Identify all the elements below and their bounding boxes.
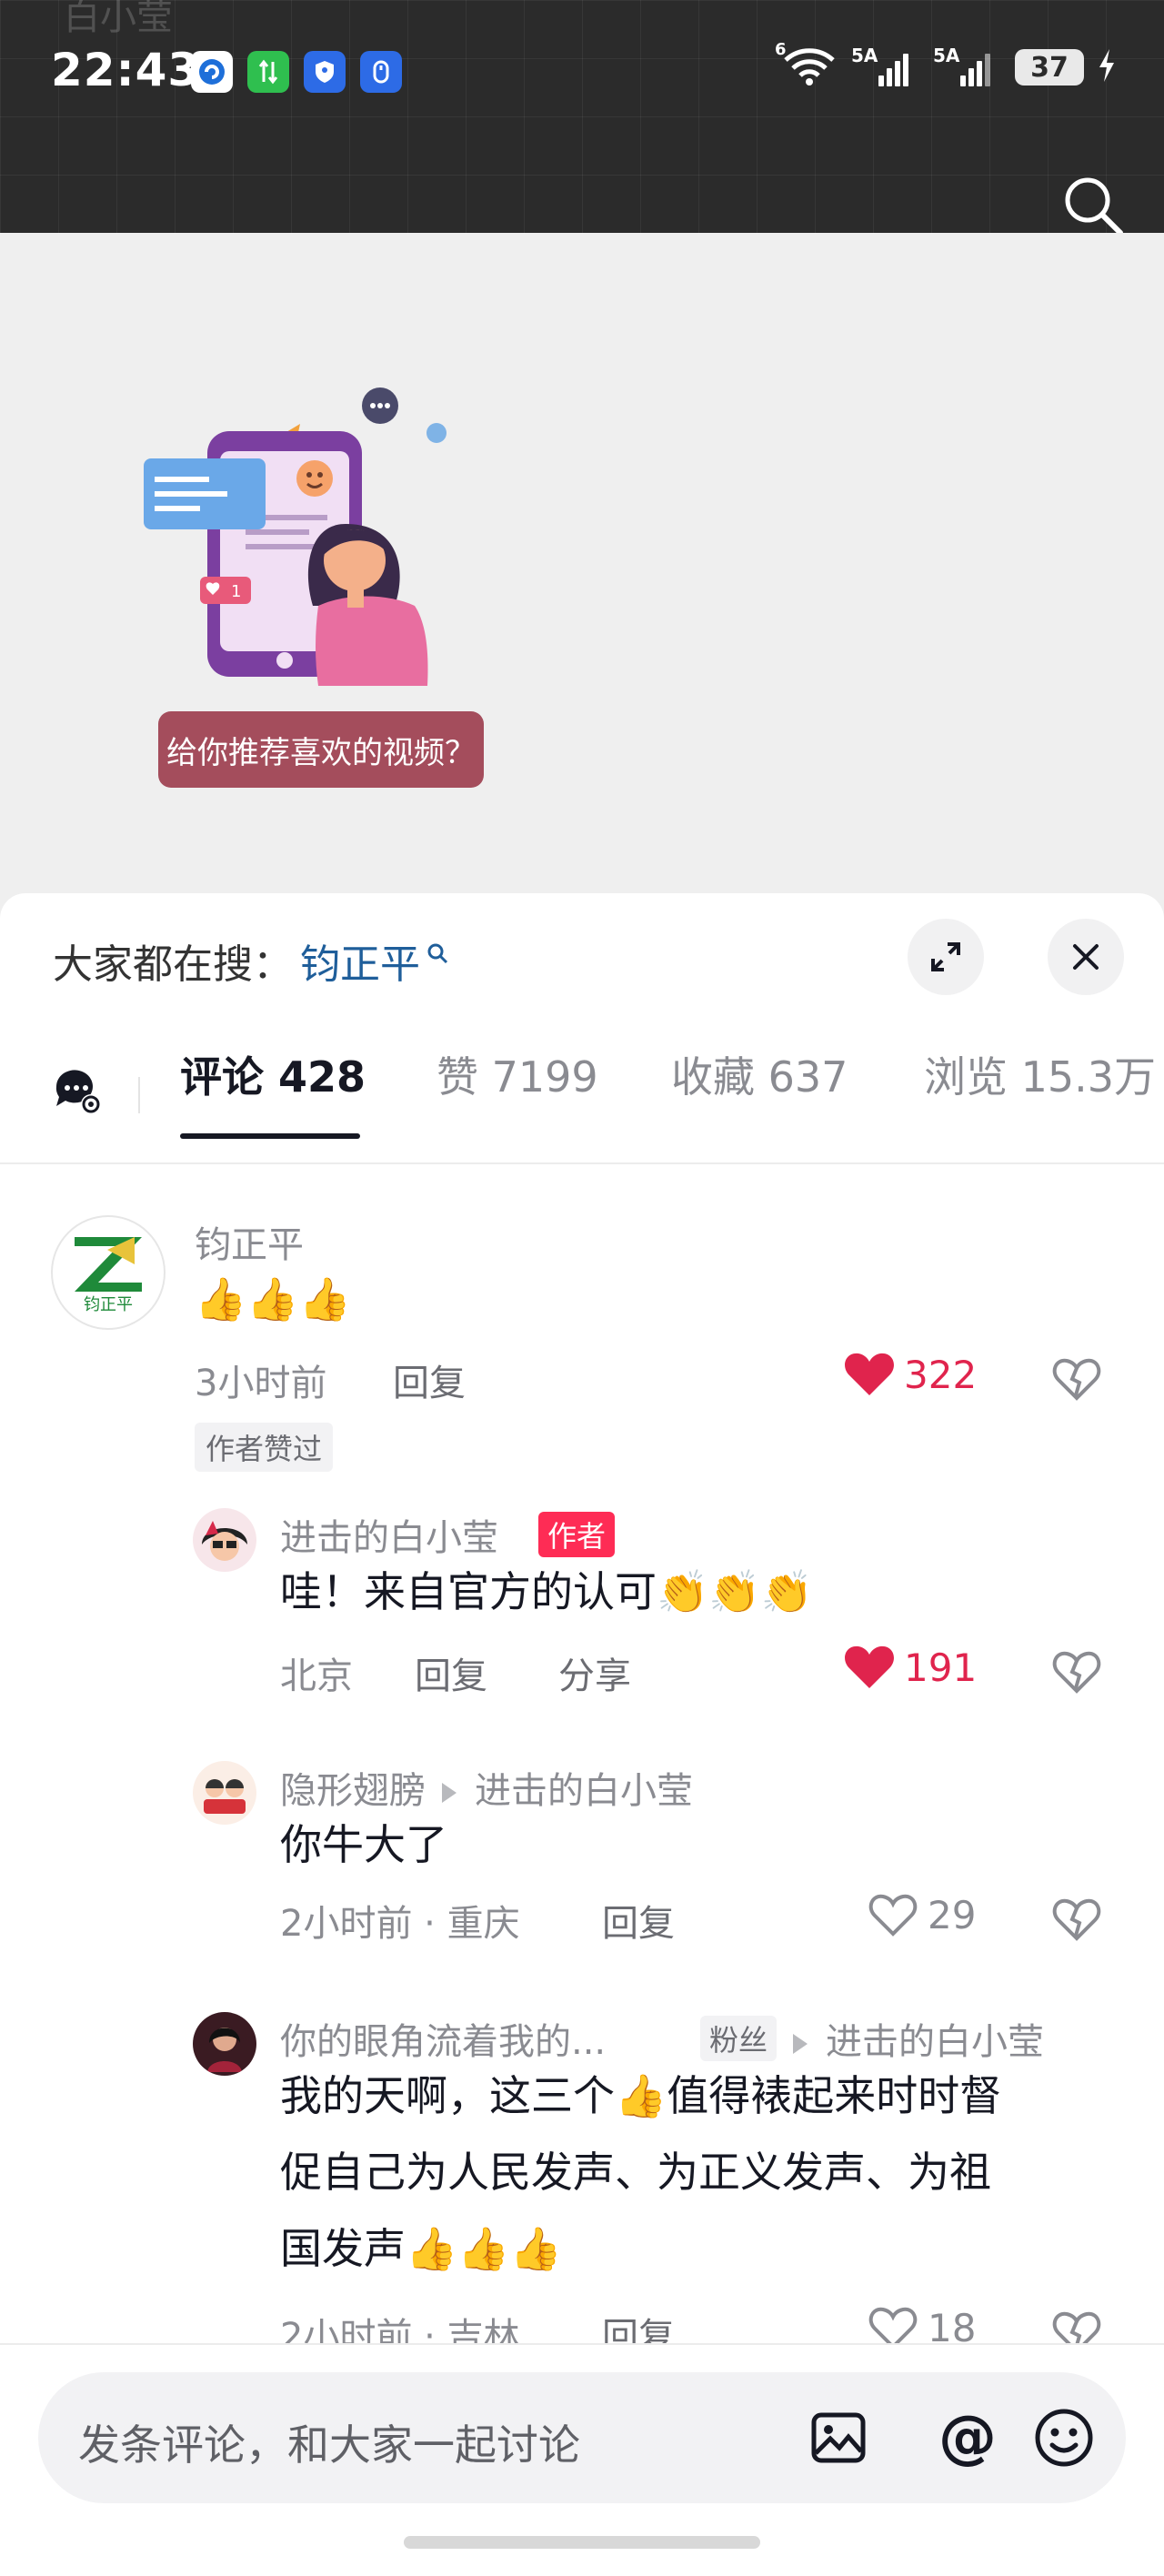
comment-input[interactable]: 发条评论，和大家一起讨论 @ [38,2372,1126,2503]
dislike-button[interactable] [1049,1645,1104,1699]
app-shield-icon [304,51,346,93]
reply-button[interactable]: 回复 [602,1894,675,1947]
like-button[interactable]: 322 [844,1352,977,1397]
broken-heart-icon [1052,1651,1101,1694]
signal-icon-1: 5A [851,45,920,86]
chat-settings-icon[interactable] [51,1064,105,1119]
like-button[interactable]: 29 [868,1892,976,1937]
heart-badge-count: 1 [231,582,241,601]
reply-location: 北京 [280,1655,353,1697]
active-tab-underline [180,1133,360,1139]
search-icon [1065,177,1123,236]
heart-filled-icon [845,1645,894,1688]
broken-heart-icon [1052,1898,1101,1941]
signal-label-2: 5A [933,45,960,66]
comment-sheet: 大家都在搜： 钧正平 评论 428 赞 7199 收藏 637 浏览 15.3万… [0,893,1164,2576]
avatar[interactable]: 钧正平 [51,1215,166,1330]
video-top-bar: 白小莹 22:43 6 5A 5A 37 [0,0,1164,236]
reply-text: 哇！来自官方的认可👏👏👏 [280,1567,813,1616]
signal-label-1: 5A [851,45,878,66]
user-avatar-icon [194,1509,256,1571]
heart-filled-icon [845,1353,894,1395]
reply-text-line: 促自己为人民发声、为正义发声、为祖 [280,2148,991,2197]
wifi-icon: 6 [775,40,838,89]
keyword-search-icon [427,943,448,964]
wifi-label: 6 [775,40,787,59]
status-time: 22:43 [51,44,201,96]
search-hint-label: 大家都在搜： [53,941,293,988]
author-liked-tag: 作者赞过 [195,1423,334,1472]
tab-favorites[interactable]: 收藏 637 [671,1044,848,1104]
dislike-button[interactable] [1049,1352,1104,1406]
comment-text: 👍👍👍 [195,1274,351,1323]
reply-to-username[interactable]: 进击的白小莹 [475,1770,693,1812]
image-icon [811,2412,866,2463]
signal-icon-2: 5A [933,45,1002,86]
tab-views[interactable]: 浏览 15.3万 [924,1044,1156,1104]
author-tag: 作者 [538,1512,616,1557]
home-indicator[interactable] [404,2536,760,2549]
app-notification-icon [191,51,233,93]
reply-text-line: 我的天啊，这三个👍值得裱起来时时督 [280,2071,1002,2120]
reply-text: 你牛大了 [280,1820,447,1869]
comment-input-area: 发条评论，和大家一起讨论 @ [0,2343,1164,2576]
emoji-icon [1035,2409,1093,2467]
dislike-button[interactable] [1049,1892,1104,1947]
status-app-icons [191,51,402,93]
user-avatar-icon [194,2013,256,2075]
search-button[interactable] [1057,169,1129,242]
video-ghost-title: 白小莹 [64,0,173,38]
status-bar: 22:43 6 5A 5A 37 [0,36,1164,109]
reply-to-arrow-icon [793,2034,808,2054]
reply-button[interactable]: 回复 [393,1353,466,1406]
close-button[interactable] [1048,919,1124,995]
search-hint[interactable]: 大家都在搜： 钧正平 [53,931,449,990]
app-mouse-icon [360,51,402,93]
comment-input-placeholder: 发条评论，和大家一起讨论 [78,2420,580,2470]
like-count: 191 [904,1645,978,1690]
expand-button[interactable] [908,919,984,995]
tab-likes[interactable]: 赞 7199 [436,1044,598,1104]
broken-heart-icon [1052,1358,1101,1401]
status-right: 6 5A 5A 37 [775,40,1117,89]
like-button[interactable]: 191 [844,1645,977,1690]
app-transfer-icon [247,51,289,93]
like-count: 29 [928,1892,977,1937]
recommend-badge[interactable]: 给你推荐喜欢的视频？ [158,711,484,788]
avatar-logo-text: 钧正平 [84,1295,133,1314]
heart-outline-icon [868,1894,918,1937]
fan-tag: 粉丝 [700,2016,778,2061]
charging-icon [1097,47,1117,87]
recommend-illustration: 1 [144,387,447,686]
tab-comments[interactable]: 评论 428 [180,1044,366,1104]
reply-to-arrow-icon [442,1783,457,1803]
emoji-button[interactable] [1029,2403,1099,2472]
reply-button[interactable]: 回复 [415,1646,487,1699]
share-button[interactable]: 分享 [558,1646,631,1699]
expand-icon [931,942,960,971]
tab-separator [138,1077,140,1113]
search-hint-keyword[interactable]: 钧正平 [300,931,420,990]
avatar[interactable] [193,1508,256,1572]
mention-button[interactable]: @ [933,2403,1002,2472]
avatar[interactable] [193,1761,256,1825]
user-avatar-icon [194,1762,256,1824]
official-logo-icon: 钧正平 [75,1237,142,1314]
close-icon [1073,944,1099,970]
like-count: 322 [904,1352,978,1397]
comment-time: 3小时前 [195,1363,327,1404]
comment-tabs: 评论 428 赞 7199 收藏 637 浏览 15.3万 [0,1030,1164,1164]
avatar[interactable] [193,2012,256,2076]
image-button[interactable] [804,2403,873,2472]
battery-indicator: 37 [1015,49,1084,86]
video-content-area[interactable]: 1 给你推荐喜欢的视频？ [0,233,1164,897]
reply-meta: 2小时前 · 重庆 [280,1903,520,1945]
reply-text-line: 国发声👍👍👍 [280,2224,562,2273]
